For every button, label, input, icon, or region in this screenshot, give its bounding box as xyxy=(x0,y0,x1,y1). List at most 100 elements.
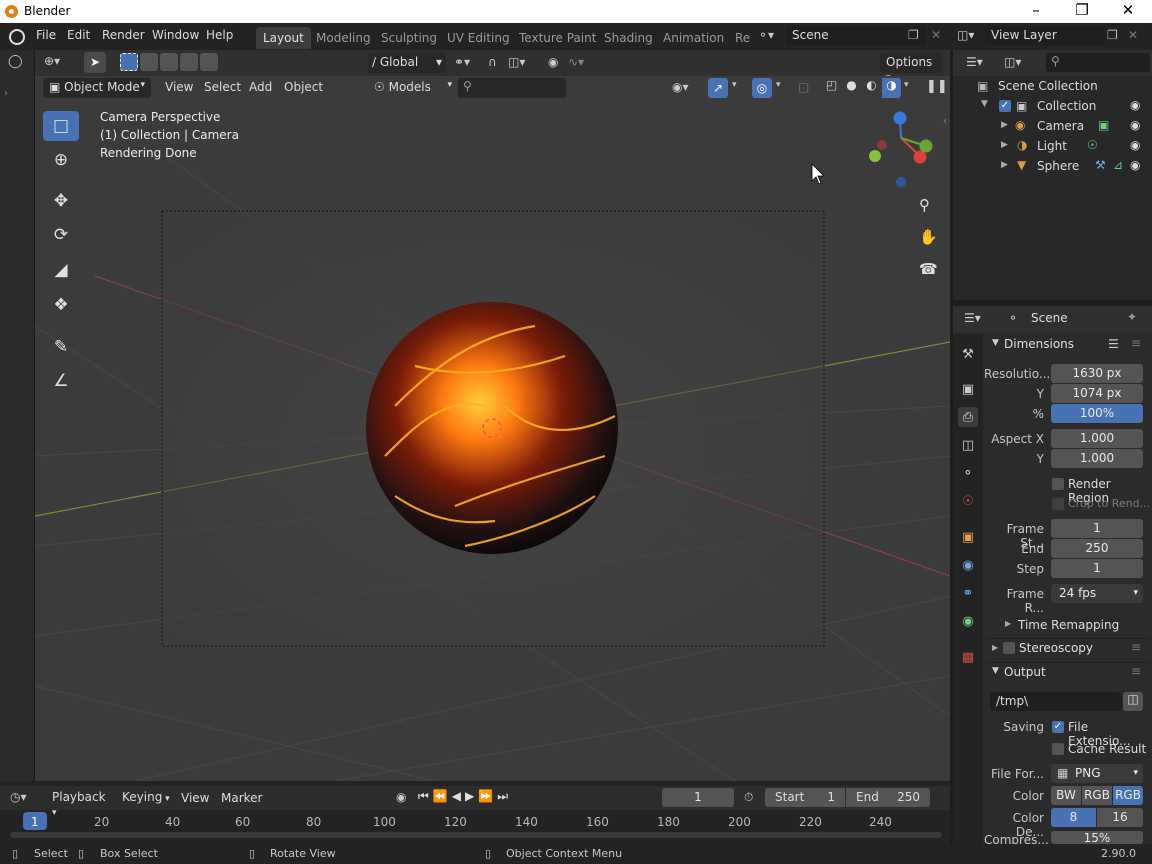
annotate-tool[interactable]: ✎ xyxy=(43,332,79,362)
view-layer-field[interactable]: View Layer xyxy=(985,26,1105,46)
minimize-button[interactable]: – xyxy=(1013,0,1059,23)
proportional-edit-icon[interactable]: ◉ xyxy=(548,55,558,69)
jump-end-icon[interactable]: ⏭ xyxy=(497,789,508,807)
scene-tab-icon[interactable]: ⚬ xyxy=(958,463,978,483)
record-keyframe-icon[interactable]: ◉ xyxy=(396,790,406,804)
color-rgba-button[interactable]: RGB xyxy=(1113,786,1143,805)
collapse-arrow-icon[interactable]: ▼ xyxy=(981,99,988,109)
shading-dropdown-icon[interactable]: ▾ xyxy=(904,80,909,90)
drag-handle-icon[interactable]: ≡ xyxy=(1131,640,1141,654)
tab-shading[interactable]: Shading xyxy=(597,27,660,49)
collection-checkbox[interactable]: ✓ xyxy=(999,100,1011,112)
color-rgb-button[interactable]: RGB xyxy=(1082,786,1112,805)
output-panel-title[interactable]: Output xyxy=(1004,665,1046,679)
color-depth-8-button[interactable]: 8 xyxy=(1051,808,1096,827)
blender-menu-icon[interactable] xyxy=(9,29,25,45)
timeline-scrollbar[interactable] xyxy=(10,832,942,838)
file-format-dropdown[interactable]: ▦ PNG ▾ xyxy=(1051,764,1143,783)
expand-region-arrow-icon[interactable]: › xyxy=(4,88,8,99)
3d-viewport[interactable] xyxy=(35,76,950,781)
texture-tab-icon[interactable]: ▩ xyxy=(958,647,978,667)
tab-modeling[interactable]: Modeling xyxy=(309,27,378,49)
eye-icon[interactable]: ◉ xyxy=(1130,98,1140,112)
gizmo-dropdown-icon[interactable]: ▾ xyxy=(732,80,737,90)
menu-help[interactable]: Help xyxy=(206,28,233,42)
drag-handle-icon[interactable]: ≡ xyxy=(1131,664,1141,678)
current-frame-field[interactable]: 1 xyxy=(662,788,734,807)
eye-icon[interactable]: ◉ xyxy=(1130,138,1140,152)
expand-arrow-icon[interactable]: ▶ xyxy=(1001,140,1008,150)
collapse-arrow-icon[interactable]: ▼ xyxy=(992,338,999,348)
crop-region-checkbox[interactable] xyxy=(1052,498,1064,510)
play-icon[interactable]: ▶ xyxy=(465,789,474,807)
folder-browse-icon[interactable]: ◫ xyxy=(1123,692,1143,711)
menu-window[interactable]: Window xyxy=(152,28,199,42)
editor-type-viewport-icon[interactable]: ◯ xyxy=(8,54,30,72)
viewport-menu-view[interactable]: View xyxy=(165,80,193,94)
transform-orientation-dropdown[interactable]: ∕ Global ▾ xyxy=(368,53,446,73)
snap-target-icon[interactable]: ◫▾ xyxy=(508,55,525,69)
menu-edit[interactable]: Edit xyxy=(67,28,90,42)
viewport-menu-object[interactable]: Object xyxy=(284,80,323,94)
timeline-menu-marker[interactable]: Marker xyxy=(221,791,262,805)
xray-toggle-icon[interactable]: ▢ xyxy=(798,80,809,94)
menu-render[interactable]: Render xyxy=(102,28,145,42)
outliner-collection-row[interactable]: ▼ ✓ ▣ Collection ◉ xyxy=(953,97,1152,117)
frame-rate-dropdown[interactable]: 24 fps ▾ xyxy=(1051,584,1143,603)
aspect-y-field[interactable]: 1.000 xyxy=(1051,449,1143,468)
tab-sculpting[interactable]: Sculpting xyxy=(374,27,444,49)
output-tab-icon[interactable]: ⎙ xyxy=(958,407,978,427)
view-layer-tab-icon[interactable]: ◫ xyxy=(958,435,978,455)
wireframe-shading-icon[interactable]: ◰ xyxy=(822,78,841,98)
start-frame-field[interactable]: Start 1 xyxy=(765,788,845,807)
select-extend-icon[interactable] xyxy=(140,53,158,71)
tab-uv-editing[interactable]: UV Editing xyxy=(440,27,517,49)
outliner-editor-type-icon[interactable]: ☰▾ xyxy=(966,55,983,69)
gizmo-toggle-icon[interactable]: ↗ xyxy=(708,78,728,98)
snap-icon[interactable]: ∩ xyxy=(488,55,497,69)
select-tool-header-icon[interactable]: ➤ xyxy=(84,52,106,73)
proportional-falloff-icon[interactable]: ∿▾ xyxy=(568,55,584,69)
tab-texture-paint[interactable]: Texture Paint xyxy=(512,27,603,49)
world-tab-icon[interactable]: ☉ xyxy=(958,491,978,511)
frame-start-field[interactable]: 1 xyxy=(1051,519,1143,538)
cache-result-checkbox[interactable] xyxy=(1052,743,1064,755)
tool-tab-icon[interactable]: ⚒ xyxy=(958,344,978,364)
new-scene-icon[interactable]: ❐ xyxy=(908,28,919,42)
physics-tab-icon[interactable]: ◉ xyxy=(958,555,978,575)
mode-dropdown[interactable]: ▣ Object Mode ▾ xyxy=(43,78,151,98)
transform-tool[interactable]: ❖ xyxy=(43,290,79,320)
expand-arrow-icon[interactable]: ▶ xyxy=(1005,619,1011,628)
rotate-tool[interactable]: ⟳ xyxy=(43,220,79,250)
overlay-dropdown-icon[interactable]: ▾ xyxy=(776,80,781,90)
eye-icon[interactable]: ◉ xyxy=(1130,158,1140,172)
stereoscopy-panel-title[interactable]: Stereoscopy xyxy=(1019,641,1093,655)
expand-arrow-icon[interactable]: ▶ xyxy=(992,643,998,652)
material-preview-icon[interactable]: ◐ xyxy=(862,78,881,98)
viewport-menu-select[interactable]: Select xyxy=(204,80,241,94)
collapse-arrow-icon[interactable]: ▼ xyxy=(992,666,999,676)
navigation-gizmo[interactable] xyxy=(869,111,933,188)
tab-layout[interactable]: Layout xyxy=(256,27,311,49)
resolution-percent-field[interactable]: 100% xyxy=(1051,404,1143,423)
constraints-tab-icon[interactable]: ⚭ xyxy=(958,583,978,603)
viewport-menu-add[interactable]: Add xyxy=(249,80,272,94)
overlay-toggle-icon[interactable]: ◎ xyxy=(752,78,772,98)
scale-tool[interactable]: ◢ xyxy=(43,255,79,285)
resolution-x-field[interactable]: 1630 px xyxy=(1051,364,1143,383)
drag-handle-icon[interactable]: ≡ xyxy=(1131,336,1141,350)
filter-toggle-button[interactable] xyxy=(567,78,587,98)
object-tab-icon[interactable]: ▣ xyxy=(958,527,978,547)
dimensions-panel-title[interactable]: Dimensions xyxy=(1004,337,1074,351)
timeline-editor-type-icon[interactable]: ◷▾ xyxy=(10,790,27,804)
scene-selector-icon[interactable]: ⚬▾ xyxy=(758,28,780,44)
eye-icon[interactable]: ◉ xyxy=(1130,118,1140,132)
color-depth-16-button[interactable]: 16 xyxy=(1097,808,1143,827)
jump-start-icon[interactable]: ⏮ xyxy=(418,789,429,807)
timeline-menu-view[interactable]: View xyxy=(181,791,209,805)
pan-view-icon[interactable]: ✋ xyxy=(919,228,938,246)
move-tool[interactable]: ✥ xyxy=(43,186,79,216)
tab-rendering[interactable]: Re xyxy=(728,27,750,49)
remove-view-layer-icon[interactable]: ✕ xyxy=(1128,28,1138,42)
keying-menu[interactable]: Keying ▾ xyxy=(116,788,176,807)
